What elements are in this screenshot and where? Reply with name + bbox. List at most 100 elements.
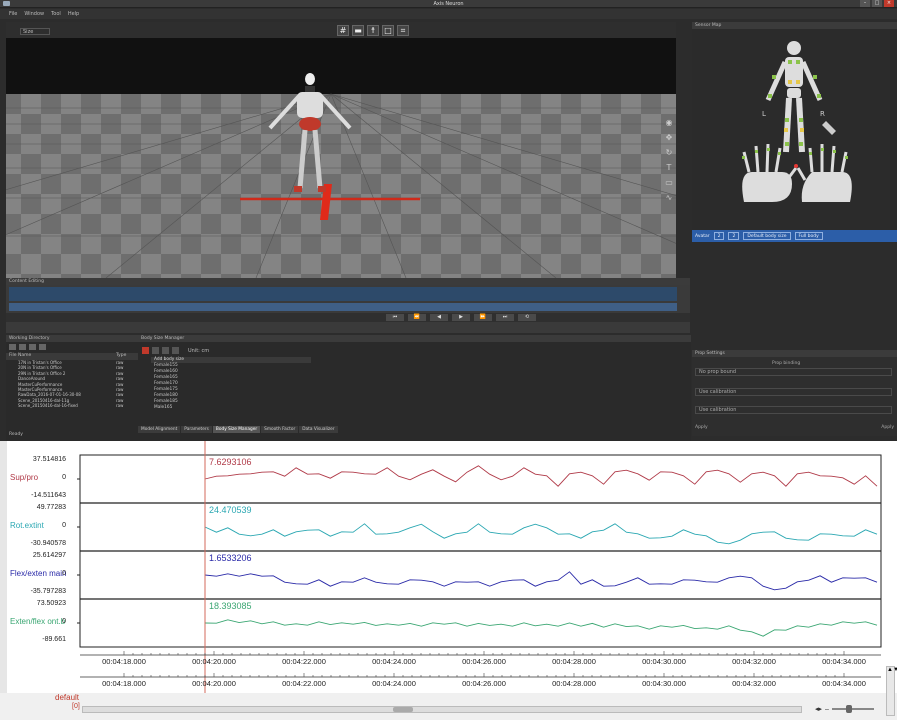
refresh-icon[interactable] bbox=[39, 344, 46, 350]
camera-icon[interactable]: □ bbox=[382, 25, 394, 36]
skip-end-button[interactable]: ⏭ bbox=[496, 314, 514, 321]
scroll-thumb[interactable] bbox=[393, 707, 413, 712]
window-title: Axis Neuron bbox=[433, 1, 464, 7]
add-body-size-icon[interactable] bbox=[142, 347, 149, 354]
zoom-slider[interactable] bbox=[831, 705, 874, 713]
time-label: 00:04:34.000 bbox=[822, 657, 866, 666]
plot-footer: default [0] ◂▸ – bbox=[0, 693, 897, 720]
time-label: 00:04:22.000 bbox=[282, 679, 326, 688]
3d-viewport[interactable]: ◉ ✥ ↻ T ▭ ∿ bbox=[6, 38, 676, 278]
vertical-scrollbar[interactable]: ▲▼ bbox=[886, 666, 897, 716]
copy-icon[interactable] bbox=[152, 347, 159, 354]
profile-user: Avatar bbox=[695, 233, 710, 239]
profile-field-1[interactable]: 2 bbox=[713, 232, 725, 240]
time-label: 00:04:22.000 bbox=[282, 657, 326, 666]
working-directory-header: Working Directory bbox=[6, 335, 138, 342]
close-button[interactable]: × bbox=[884, 0, 894, 7]
rotate-icon[interactable]: ↻ bbox=[664, 148, 674, 157]
menu-window[interactable]: Window bbox=[24, 11, 44, 17]
timeline-ruler[interactable] bbox=[9, 303, 677, 311]
col-type[interactable]: Type bbox=[116, 353, 134, 360]
body-size-item[interactable]: Male165 bbox=[151, 405, 311, 411]
cursor-value: 7.6293106 bbox=[209, 457, 252, 467]
time-label: 00:04:32.000 bbox=[732, 657, 776, 666]
default-track-label: default bbox=[55, 693, 80, 702]
file-name: Scene_20150416-dal-16-fixed bbox=[18, 403, 78, 409]
import-icon[interactable] bbox=[162, 347, 169, 354]
eye-icon[interactable]: ◉ bbox=[664, 118, 674, 127]
left-side-label: L bbox=[762, 110, 766, 118]
play-button[interactable]: ▶ bbox=[452, 314, 470, 321]
layout-icon[interactable]: ⌗ bbox=[397, 25, 409, 36]
timeline-header: Content Editing bbox=[6, 278, 690, 285]
cursor-value: 18.393085 bbox=[209, 601, 252, 611]
size-select[interactable]: Size bbox=[20, 28, 50, 35]
maximize-button[interactable]: □ bbox=[872, 0, 882, 7]
minimize-button[interactable]: – bbox=[860, 0, 870, 7]
timeline-track[interactable] bbox=[9, 287, 677, 301]
sensor-map-header: Sensor Map bbox=[692, 22, 897, 29]
working-directory-panel: Working Directory File Name Type 17N in … bbox=[6, 335, 138, 441]
unit-label: Unit: cm bbox=[188, 347, 210, 354]
zoom-out-icon[interactable]: ◂▸ bbox=[815, 705, 822, 713]
ruler-icon[interactable]: ▭ bbox=[664, 178, 674, 187]
plot-canvas[interactable] bbox=[0, 441, 884, 693]
cursor-value: 1.6533206 bbox=[209, 553, 252, 563]
tab-data-visualizer[interactable]: Data Visualizer bbox=[299, 426, 338, 433]
cursor-value: 24.470539 bbox=[209, 505, 252, 515]
body-size-header: Body Size Manager bbox=[138, 335, 691, 342]
open-icon[interactable] bbox=[29, 344, 36, 350]
prop-apply-left[interactable]: Apply bbox=[695, 425, 708, 430]
menu-help[interactable]: Help bbox=[68, 11, 79, 17]
files-toolbar bbox=[9, 344, 46, 350]
profile-field-2[interactable]: 2 bbox=[728, 232, 740, 240]
viewport-tools: ◉ ✥ ↻ T ▭ ∿ bbox=[664, 118, 674, 202]
tab-body-size-manager[interactable]: Body Size Manager bbox=[212, 426, 261, 433]
time-label: 00:04:26.000 bbox=[462, 679, 506, 688]
prop-option-1[interactable]: Use calibration bbox=[695, 388, 892, 396]
tab-model-alignment[interactable]: Model Alignment bbox=[138, 426, 181, 433]
text-icon[interactable]: T bbox=[664, 163, 674, 172]
prop-select[interactable]: No prop bound bbox=[695, 368, 892, 376]
curve-icon[interactable]: ∿ bbox=[664, 193, 674, 202]
reverse-button[interactable]: ◀ bbox=[430, 314, 448, 321]
prop-settings-panel: Prop Settings Prop binding No prop bound… bbox=[692, 350, 897, 436]
prop-apply-right[interactable]: Apply bbox=[881, 425, 894, 430]
filter-icon[interactable] bbox=[9, 344, 16, 350]
horizontal-scrollbar[interactable] bbox=[82, 706, 802, 713]
right-side-label: R bbox=[820, 110, 825, 118]
file-row[interactable]: Scene_20150416-dal-16-fixed raw bbox=[6, 403, 134, 408]
floor-icon[interactable]: ▬ bbox=[352, 25, 364, 36]
menu-tool[interactable]: Tool bbox=[51, 11, 61, 17]
time-label: 00:04:30.000 bbox=[642, 679, 686, 688]
time-label: 00:04:30.000 bbox=[642, 657, 686, 666]
prop-option-2[interactable]: Use calibration bbox=[695, 406, 892, 414]
skeleton-icon[interactable]: ☨ bbox=[367, 25, 379, 36]
body-mode-select[interactable]: Full body bbox=[794, 232, 823, 240]
loop-button[interactable]: ⟲ bbox=[518, 314, 536, 321]
folder-icon[interactable] bbox=[19, 344, 26, 350]
zero-track-label: [0] bbox=[72, 703, 80, 710]
axis-zero-label: 0 bbox=[62, 618, 66, 625]
grid-icon[interactable]: # bbox=[337, 25, 349, 36]
zoom-slider-minus[interactable]: – bbox=[825, 706, 829, 713]
time-label: 00:04:20.000 bbox=[192, 679, 236, 688]
prev-frame-button[interactable]: ⏪ bbox=[408, 314, 426, 321]
export-icon[interactable] bbox=[172, 347, 179, 354]
move-icon[interactable]: ✥ bbox=[664, 133, 674, 142]
skip-start-button[interactable]: ⏮ bbox=[386, 314, 404, 321]
sensor-map-panel: Sensor Map L R bbox=[692, 22, 897, 230]
next-frame-button[interactable]: ⏩ bbox=[474, 314, 492, 321]
body-size-list: Add body size Female155 Female160 Female16… bbox=[151, 357, 311, 411]
title-bar: Axis Neuron – □ × bbox=[0, 0, 897, 8]
body-size-select[interactable]: Default body size bbox=[743, 232, 791, 240]
time-label: 00:04:28.000 bbox=[552, 657, 596, 666]
menu-file[interactable]: File bbox=[9, 11, 17, 17]
tab-smooth-factor[interactable]: Smooth Factor bbox=[261, 426, 299, 433]
col-file-name[interactable]: File Name bbox=[6, 353, 116, 360]
tab-parameters[interactable]: Parameters bbox=[181, 426, 212, 433]
zoom-knob[interactable] bbox=[845, 705, 852, 713]
axis-min-label: -89.661 bbox=[42, 636, 66, 643]
time-label: 00:04:24.000 bbox=[372, 657, 416, 666]
axis-zero-label: 0 bbox=[62, 522, 66, 529]
